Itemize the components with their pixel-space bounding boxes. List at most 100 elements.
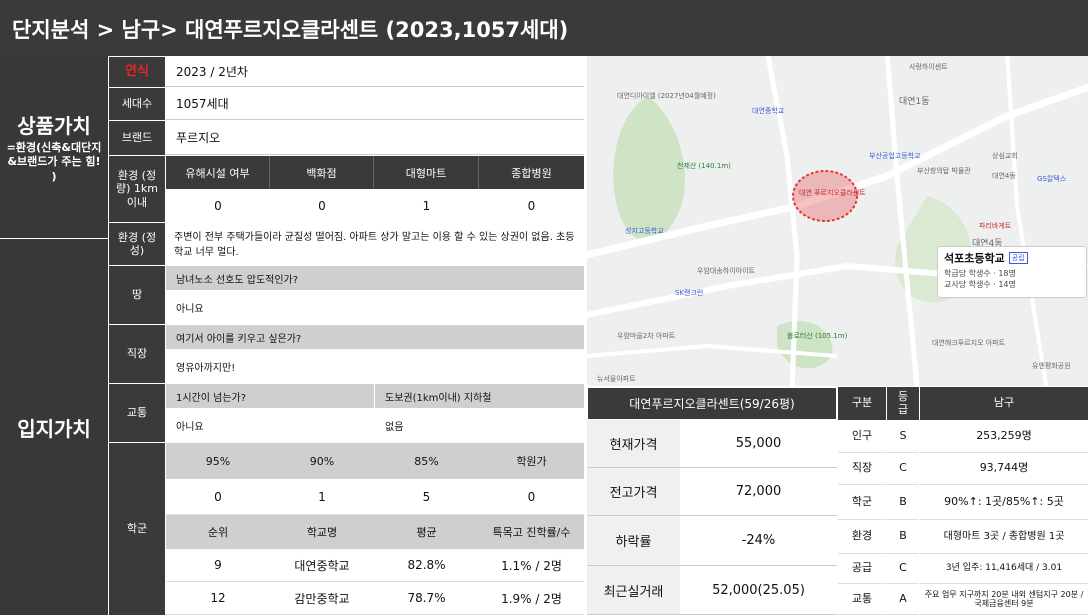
- traffic-question-2: 도보권(1km이내) 지하철: [375, 384, 584, 408]
- map-label-newseoul: 뉴서울아파트: [597, 375, 636, 383]
- grade-row-6-category: 교통: [838, 584, 886, 615]
- env-value-hospital: 0: [479, 190, 584, 222]
- location-value-section-label: 입지가치: [0, 239, 108, 615]
- grade-row-3-grade: B: [887, 485, 919, 520]
- map-label-museum: 부산창의탑 박물관: [917, 167, 971, 175]
- school-row-2-name: 감만중학교: [270, 582, 374, 615]
- brand-label: 브랜드: [109, 121, 165, 155]
- map-label-church: 상심교회: [992, 152, 1018, 160]
- map-label-cheonjesan: 천제산 (140.1m): [677, 162, 731, 170]
- school-row-2-rank: 12: [166, 582, 270, 615]
- school-row-2-special: 1.9% / 2명: [479, 582, 584, 615]
- school-row-1-name: 대연중학교: [270, 549, 374, 582]
- school-label: 학군: [109, 443, 165, 615]
- product-value-subtitle: =환경(신축&대단지&브랜드가 주는 힘! ): [6, 141, 102, 183]
- map-label-un-park: 유엔평화공원: [1032, 362, 1071, 370]
- school-pct-header-90: 90%: [270, 443, 374, 479]
- map-label-bulro: 불로터산 (105.1m): [787, 332, 848, 340]
- grade-row-5-value: 3년 입주: 11,416세대 / 3.01: [920, 554, 1088, 584]
- school-header-rank: 순위: [166, 515, 270, 549]
- units-label: 세대수: [109, 88, 165, 120]
- grade-row-2-grade: C: [887, 453, 919, 485]
- school-row-1-avg: 82.8%: [374, 549, 479, 582]
- env-qual-text: 주변이 전부 주택가들이라 균질성 떨어짐. 아파트 상가 말고는 이용 할 수…: [166, 223, 584, 265]
- grade-row-6-grade: A: [887, 584, 919, 615]
- land-answer: 아니요: [166, 291, 584, 324]
- school-pct-value-academy: 0: [479, 479, 584, 515]
- price-value-current: 55,000: [680, 420, 837, 468]
- traffic-answer-2: 없음: [375, 409, 584, 442]
- school-pct-header-85: 85%: [374, 443, 479, 479]
- price-value-peak: 72,000: [680, 468, 837, 516]
- map-label-gs: GS칼텍스: [1037, 175, 1067, 183]
- grade-header-grade: 등급: [887, 387, 919, 420]
- price-value-drop: -24%: [680, 516, 837, 566]
- price-value-recent: 52,000(25.05): [680, 566, 837, 615]
- map-label-target: 대연 푸르지오클라센트: [799, 189, 866, 197]
- school-row-2-avg: 78.7%: [374, 582, 479, 615]
- env-header-hospital: 종합병원: [479, 156, 584, 189]
- grade-row-5-category: 공급: [838, 554, 886, 584]
- map-school-ratio-1: 학급당 학생수 · 18명: [944, 269, 1016, 278]
- grade-row-2-category: 직장: [838, 453, 886, 485]
- brand-value: 푸르지오: [166, 121, 584, 155]
- price-label-recent: 최근실거래: [587, 566, 680, 615]
- grade-row-4-grade: B: [887, 520, 919, 554]
- job-answer: 영유아까지만!: [166, 350, 584, 383]
- land-question: 남녀노소 선호도 압도적인가?: [166, 266, 584, 290]
- school-pct-value-95: 0: [166, 479, 270, 515]
- map-label-middle-school: 대연중학교: [752, 107, 785, 115]
- job-label: 직장: [109, 325, 165, 383]
- map-label-daeyeon1: 대연1동: [899, 97, 930, 107]
- year-label-text: 연식: [125, 64, 149, 80]
- map-school-card[interactable]: 석포초등학교 공립 학급당 학생수 · 18명 교사당 학생수 · 14명: [937, 246, 1087, 298]
- map-label-top-right: 사랑하이센트: [909, 63, 948, 71]
- traffic-question-1: 1시간이 넘는가?: [166, 384, 374, 408]
- map-label-daeyeon4-a: 대연4동: [992, 172, 1016, 180]
- price-title: 대연푸르지오클라센트(59/26평): [587, 387, 837, 420]
- price-label-peak: 전고가격: [587, 468, 680, 516]
- grade-row-1-value: 253,259명: [920, 420, 1088, 453]
- map-label-diel: 대연디아이엘 (2027년04월예정): [617, 92, 716, 100]
- map-label-sk: SK랜크런: [675, 289, 704, 297]
- school-header-name: 학교명: [270, 515, 374, 549]
- land-label: 땅: [109, 266, 165, 324]
- product-value-section-label: 상품가치 =환경(신축&대단지&브랜드가 주는 힘! ): [0, 56, 108, 238]
- map-school-badge: 공립: [1008, 252, 1028, 264]
- env-qual-label: 환경 (정성): [109, 223, 165, 265]
- school-pct-value-85: 5: [374, 479, 479, 515]
- grade-row-1-category: 인구: [838, 420, 886, 453]
- location-value-title: 입지가치: [17, 416, 91, 441]
- school-row-1-special: 1.1% / 2명: [479, 549, 584, 582]
- map-label-busan-tech: 부산공업고등학교: [869, 152, 921, 160]
- traffic-label: 교통: [109, 384, 165, 442]
- location-map[interactable]: 대연디아이엘 (2027년04월예정) 대연중학교 천제산 (140.1m) 대…: [587, 56, 1088, 386]
- grade-header-district: 남구: [920, 387, 1088, 420]
- year-label: 연식: [109, 57, 165, 87]
- traffic-answer-1: 아니요: [166, 409, 374, 442]
- school-header-avg: 평균: [374, 515, 479, 549]
- map-label-daeyeon-hq: 대연해크푸르지오 아파트: [932, 339, 1006, 347]
- map-label-uam-2: 우암마을2차 아파트: [617, 332, 676, 340]
- school-pct-header-academy: 학원가: [479, 443, 584, 479]
- page-title: 단지분석 > 남구> 대연푸르지오클라센트 (2023,1057세대): [12, 18, 569, 42]
- units-value: 1057세대: [166, 88, 584, 120]
- grade-row-3-value: 90%↑: 1곳/85%↑: 5곳: [920, 485, 1088, 520]
- grade-row-3-category: 학군: [838, 485, 886, 520]
- price-label-current: 현재가격: [587, 420, 680, 468]
- env-value-dept: 0: [270, 190, 374, 222]
- env-header-hazard: 유해시설 여부: [166, 156, 270, 189]
- map-label-paris: 파리바게트: [979, 222, 1012, 230]
- map-label-seongji-high: 성지고등학교: [625, 227, 664, 235]
- env-value-hazard: 0: [166, 190, 270, 222]
- grade-header-category: 구분: [838, 387, 886, 420]
- grade-row-4-category: 환경: [838, 520, 886, 554]
- page-header: 단지분석 > 남구> 대연푸르지오클라센트 (2023,1057세대): [0, 0, 1088, 56]
- school-row-1-rank: 9: [166, 549, 270, 582]
- product-value-title: 상품가치: [17, 114, 91, 139]
- env-value-mart: 1: [374, 190, 479, 222]
- school-pct-value-90: 1: [270, 479, 374, 515]
- year-value: 2023 / 2년차: [166, 57, 584, 87]
- env-header-mart: 대형마트: [374, 156, 479, 189]
- grade-row-2-value: 93,744명: [920, 453, 1088, 485]
